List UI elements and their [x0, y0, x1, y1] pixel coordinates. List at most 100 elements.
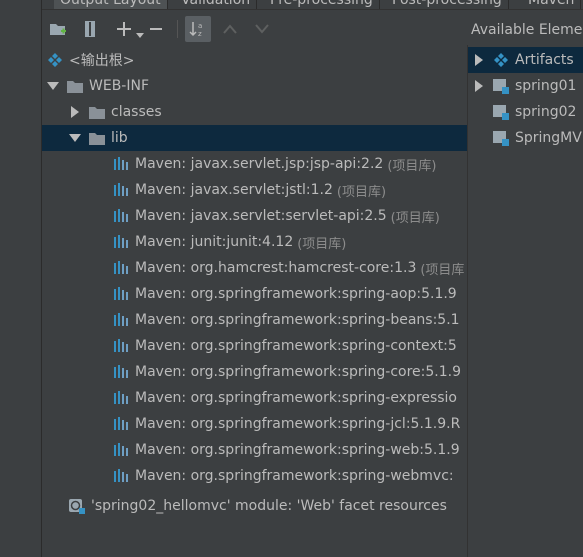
collapsed-arrow-icon[interactable] — [68, 105, 82, 119]
library-icon — [112, 416, 130, 432]
folder-add-icon — [50, 24, 66, 35]
library-icon — [112, 468, 130, 484]
library-scope: (项目库) — [297, 236, 347, 252]
tree-label: lib — [111, 130, 128, 146]
library-name: Maven: org.springframework:spring-contex… — [135, 338, 457, 354]
tab-validation[interactable]: Validation — [175, 0, 258, 9]
library-name: Maven: org.springframework:spring-core:5… — [135, 364, 462, 380]
collapsed-arrow-icon[interactable] — [472, 79, 486, 93]
library-scope: (项目库) — [387, 158, 437, 174]
library-item-11[interactable]: Maven: org.springframework:spring-jcl:5.… — [42, 411, 467, 437]
available-node-spring01[interactable]: spring01 — [468, 73, 583, 99]
library-name: Maven: org.springframework:spring-beans:… — [135, 312, 460, 328]
library-icon — [112, 312, 130, 328]
collapsed-arrow-icon[interactable] — [472, 53, 486, 67]
available-node-spring02[interactable]: spring02 — [468, 99, 583, 125]
library-item-5[interactable]: Maven: org.hamcrest:hamcrest-core:1.3 (项… — [42, 255, 467, 281]
module-icon — [492, 130, 510, 146]
library-item-8[interactable]: Maven: org.springframework:spring-contex… — [42, 333, 467, 359]
move-up-button[interactable] — [220, 19, 240, 39]
library-icon — [112, 442, 130, 458]
tree-node-lib[interactable]: lib — [42, 125, 467, 151]
folder-icon — [88, 104, 106, 120]
library-item-3[interactable]: Maven: javax.servlet:servlet-api:2.5 (项目… — [42, 203, 467, 229]
tree-label: spring01 — [515, 78, 577, 94]
arrow-up-icon — [223, 24, 237, 34]
library-icon — [112, 182, 130, 198]
tree-label: SpringMV — [515, 130, 582, 146]
tree-label: <输出根> — [69, 53, 135, 69]
library-item-12[interactable]: Maven: org.springframework:spring-web:5.… — [42, 437, 467, 463]
add-copy-button[interactable] — [114, 19, 134, 39]
tree-node-output-root[interactable]: <输出根> — [42, 47, 467, 73]
tree-label: 'spring02_hellomvc' module: 'Web' facet … — [91, 498, 447, 514]
tree-label: WEB-INF — [89, 78, 149, 94]
tab-pre-processing[interactable]: Pre-processing — [264, 0, 380, 9]
module-icon — [492, 104, 510, 120]
minus-icon — [150, 28, 162, 30]
arrow-down-icon — [255, 24, 269, 34]
archive-icon — [85, 21, 95, 37]
library-item-13[interactable]: Maven: org.springframework:spring-webmvc… — [42, 463, 467, 489]
library-icon — [112, 156, 130, 172]
library-item-7[interactable]: Maven: org.springframework:spring-beans:… — [42, 307, 467, 333]
library-scope: (项目库) — [390, 210, 440, 226]
tab-post-processing[interactable]: Post-processing — [386, 0, 509, 9]
tree-node-web-inf[interactable]: WEB-INF — [42, 73, 467, 99]
tree-label: spring02 — [515, 104, 577, 120]
library-name: Maven: javax.servlet:servlet-api:2.5 — [135, 208, 387, 224]
folder-icon — [66, 78, 84, 94]
left-tool-strip — [0, 0, 42, 557]
library-item-9[interactable]: Maven: org.springframework:spring-core:5… — [42, 359, 467, 385]
tree-label: classes — [111, 104, 162, 120]
output-toolbar: a z — [42, 11, 467, 47]
library-name: Maven: org.springframework:spring-expres… — [135, 390, 457, 406]
module-icon — [492, 78, 510, 94]
remove-button[interactable] — [146, 19, 166, 39]
available-elements-title: Available Eleme — [471, 22, 583, 38]
artifact-root-icon — [46, 52, 64, 68]
toolbar-separator — [177, 20, 178, 38]
library-name: Maven: org.hamcrest:hamcrest-core:1.3 — [135, 260, 417, 276]
library-item-10[interactable]: Maven: org.springframework:spring-expres… — [42, 385, 467, 411]
available-node-artifacts[interactable]: Artifacts — [468, 47, 583, 73]
library-name: Maven: javax.servlet.jsp:jsp-api:2.2 — [135, 156, 384, 172]
artifact-icon — [492, 52, 510, 68]
dropdown-caret-icon — [136, 27, 144, 43]
library-item-6[interactable]: Maven: org.springframework:spring-aop:5.… — [42, 281, 467, 307]
library-icon — [112, 390, 130, 406]
library-item-1[interactable]: Maven: javax.servlet.jsp:jsp-api:2.2 (项目… — [42, 151, 467, 177]
tree-node-facet-resources[interactable]: 'spring02_hellomvc' module: 'Web' facet … — [42, 493, 467, 519]
expanded-arrow-icon[interactable] — [68, 131, 82, 145]
settings-tabbar: Output Layout Validation Pre-processing … — [42, 0, 583, 10]
expanded-arrow-icon[interactable] — [46, 79, 60, 93]
tree-label: Artifacts — [515, 52, 574, 68]
library-name: Maven: junit:junit:4.12 — [135, 234, 294, 250]
library-name: Maven: javax.servlet:jstl:1.2 — [135, 182, 333, 198]
add-archive-button[interactable] — [80, 19, 100, 39]
available-node-springmvc[interactable]: SpringMV — [468, 125, 583, 151]
sort-button[interactable]: a z — [185, 16, 211, 42]
library-item-2[interactable]: Maven: javax.servlet:jstl:1.2 (项目库) — [42, 177, 467, 203]
library-name: Maven: org.springframework:spring-jcl:5.… — [135, 416, 461, 432]
library-icon — [112, 208, 130, 224]
library-icon — [112, 364, 130, 380]
library-scope: (项目库 — [420, 262, 465, 278]
tab-output-layout[interactable]: Output Layout — [54, 0, 168, 9]
svg-text:z: z — [198, 30, 202, 38]
tab-maven[interactable]: Maven — [522, 0, 582, 9]
tree-node-classes[interactable]: classes — [42, 99, 467, 125]
plus-icon — [117, 22, 131, 36]
library-icon — [112, 286, 130, 302]
library-icon — [112, 338, 130, 354]
library-name: Maven: org.springframework:spring-aop:5.… — [135, 286, 457, 302]
svg-text:a: a — [198, 22, 202, 30]
available-elements-tree: Artifacts spring01 spring02 SpringMV — [468, 47, 583, 557]
move-down-button[interactable] — [252, 19, 272, 39]
sort-alpha-icon: a z — [189, 22, 202, 38]
create-directory-button[interactable] — [48, 19, 68, 39]
library-scope: (项目库) — [336, 184, 387, 200]
library-item-4[interactable]: Maven: junit:junit:4.12 (项目库) — [42, 229, 467, 255]
library-name: Maven: org.springframework:spring-webmvc… — [135, 468, 454, 484]
web-facet-icon — [68, 498, 86, 514]
